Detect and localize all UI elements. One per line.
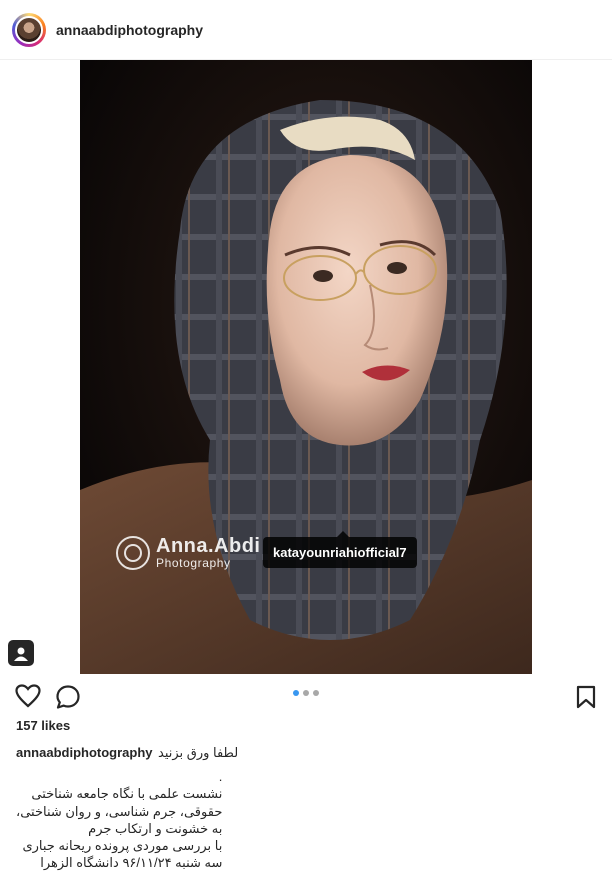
caption-author[interactable]: annaabdiphotography — [16, 745, 153, 760]
carousel-indicator — [293, 690, 319, 696]
carousel-dot — [303, 690, 309, 696]
post-header: annaabdiphotography — [0, 0, 612, 60]
carousel-dot-active — [293, 690, 299, 696]
caption-line: نشست علمی با نگاه جامعه شناختی — [31, 786, 223, 802]
caption-line: با بررسی موردی پرونده ریحانه جباری — [22, 838, 223, 854]
user-tag-icon[interactable] — [8, 640, 34, 666]
likes-count[interactable]: 157 likes — [16, 718, 70, 733]
caption-body: . نشست علمی با نگاه جامعه شناختی حقوقی، … — [16, 768, 222, 872]
watermark-sub: Photography — [156, 556, 231, 571]
heart-icon[interactable] — [15, 684, 41, 713]
watermark-name: Anna.Abdi — [156, 535, 261, 558]
watermark: Anna.Abdi Photography — [116, 536, 261, 570]
caption-line: حقوقی، جرم شناسی، و روان شناختی، — [16, 803, 223, 819]
caption-line: به خشونت و ارتکاب جرم — [88, 820, 223, 836]
post-photo[interactable]: Anna.Abdi Photography katayounriahioffic… — [80, 60, 532, 674]
comment-icon[interactable] — [55, 684, 81, 715]
user-tag-label[interactable]: katayounriahiofficial7 — [263, 531, 417, 568]
username-link[interactable]: annaabdiphotography — [56, 22, 203, 38]
avatar[interactable] — [15, 16, 43, 44]
bookmark-icon[interactable] — [576, 685, 596, 714]
carousel-dot — [313, 690, 319, 696]
caption-line: سه شنبه ۹۶/۱۱/۲۴ دانشگاه الزهرا — [40, 855, 223, 871]
caption-line: . — [218, 769, 223, 784]
portrait-image — [80, 60, 532, 674]
camera-logo-icon — [116, 536, 150, 570]
caption-first-line: لطفا ورق بزنید — [158, 745, 239, 760]
